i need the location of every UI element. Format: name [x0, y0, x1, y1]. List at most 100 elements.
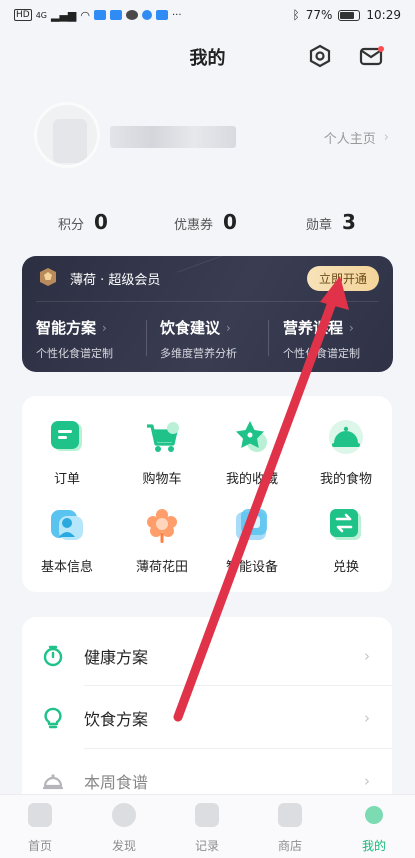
tab-home[interactable]: 首页: [10, 803, 70, 854]
lightbulb-icon: [44, 707, 62, 729]
message-button[interactable]: [358, 42, 386, 70]
paw-notification-icon: [142, 10, 152, 20]
profile-home-label: 个人主页: [323, 132, 376, 147]
stat-value: 3: [342, 210, 356, 234]
stat-medals[interactable]: 勋章 3: [306, 210, 356, 234]
grid-item-my-food[interactable]: 我的食物: [311, 418, 381, 487]
vip-feature-title: 饮食建议: [160, 319, 221, 337]
me-tab-icon: [365, 806, 383, 824]
exchange-icon: [330, 509, 361, 540]
chat-notification-icon: [126, 10, 138, 20]
bluetooth-icon: ᛒ: [292, 8, 300, 22]
tab-records[interactable]: 记录: [177, 803, 237, 854]
grid-item-orders[interactable]: 订单: [32, 418, 102, 487]
tab-label: 我的: [361, 839, 386, 853]
food-cover-icon: [329, 420, 363, 454]
menu-list: 健康方案 › 饮食方案 › 本周食谱 ›: [22, 617, 392, 817]
chevron-right-icon: ›: [364, 647, 370, 665]
menu-item-health-plan[interactable]: 健康方案 ›: [22, 625, 392, 687]
menu-item-label: 健康方案: [84, 648, 149, 667]
vip-feature-smart-plan[interactable]: 智能方案 › 个性化食谱定制: [36, 317, 113, 361]
vip-feature-nutrition-course[interactable]: 营养课程 › 个性化食谱定制: [283, 317, 360, 361]
vip-feature-diet-advice[interactable]: 饮食建议 › 多维度营养分析: [160, 317, 237, 361]
signal-icon: ▂▄▆: [51, 8, 77, 22]
timer-icon: [43, 645, 63, 667]
cloud-notification-icon: [156, 10, 168, 20]
app-notification-icon: [94, 10, 106, 20]
grid-item-label: 订单: [53, 472, 80, 487]
vip-separator: [146, 320, 147, 356]
stats-row: 积分 0 优惠券 0 勋章 3: [0, 210, 415, 240]
grid-item-label: 我的收藏: [225, 472, 278, 487]
vip-open-button[interactable]: 立即开通: [307, 266, 379, 291]
status-left: HD 4G ▂▄▆ ◠ ···: [14, 9, 182, 22]
wifi-icon: ◠: [80, 8, 90, 22]
grid-item-smart-device[interactable]: 智能设备: [217, 506, 287, 575]
tab-discover[interactable]: 发现: [94, 803, 154, 854]
page-title: 我的: [189, 48, 226, 69]
grid-item-basic-info[interactable]: 基本信息: [32, 506, 102, 575]
profile-card-icon: [51, 510, 83, 540]
stat-value: 0: [223, 210, 237, 234]
vip-title: 薄荷 · 超级会员: [70, 273, 161, 288]
grid-item-exchange[interactable]: 兑换: [311, 506, 381, 575]
tab-shop[interactable]: 商店: [260, 803, 320, 854]
status-bar: HD 4G ▂▄▆ ◠ ··· ᛒ 77% 10:29: [0, 0, 415, 30]
search-notification-icon: [110, 10, 122, 20]
dish-icon: [42, 774, 64, 790]
menu-item-label: 本周食谱: [84, 773, 149, 792]
battery-percent: 77%: [305, 8, 333, 22]
vip-card[interactable]: 薄荷 · 超级会员 立即开通 智能方案 › 个性化食谱定制 饮食建议 › 多维度营养…: [22, 256, 393, 372]
mail-icon: [359, 46, 384, 66]
planet-tab-icon: [112, 803, 136, 827]
stat-coupons[interactable]: 优惠券 0: [174, 210, 237, 234]
stat-points[interactable]: 积分 0: [58, 210, 108, 234]
network-4g-label: 4G: [35, 10, 47, 20]
star-icon: [236, 421, 267, 452]
grid-item-label: 基本信息: [40, 560, 93, 575]
vip-feature-subtitle: 个性化食谱定制: [283, 347, 360, 360]
grid-item-mint-garden[interactable]: 薄荷花田: [127, 506, 197, 575]
avatar[interactable]: [34, 102, 100, 168]
vip-separator: [268, 320, 269, 356]
battery-icon: [338, 9, 361, 21]
chevron-right-icon: ›: [364, 709, 370, 727]
grid-item-label: 购物车: [142, 472, 182, 487]
chevron-right-icon: ›: [364, 772, 370, 790]
menu-divider: [84, 685, 392, 686]
chevron-right-icon: ›: [102, 320, 107, 335]
stat-value: 0: [94, 210, 108, 234]
grid-item-cart[interactable]: 购物车: [127, 418, 197, 487]
vip-feature-subtitle: 个性化食谱定制: [36, 347, 113, 360]
grid-item-label: 我的食物: [319, 472, 372, 487]
function-grid: 订单 购物车 我的收藏 我的食物 基本信息 薄荷花田 智能设备 兑换: [22, 396, 392, 592]
chevron-right-icon: ›: [349, 320, 354, 335]
vip-feature-title: 营养课程: [283, 319, 344, 337]
menu-item-diet-plan[interactable]: 饮食方案 ›: [22, 687, 392, 749]
network-hd-label: HD: [14, 9, 32, 21]
chevron-right-icon: ›: [383, 130, 389, 145]
more-notifications: ···: [172, 9, 182, 21]
stat-label: 优惠券: [174, 218, 214, 233]
tab-label: 发现: [111, 839, 136, 853]
cart-icon: [147, 422, 179, 452]
status-right: ᛒ 77% 10:29: [293, 8, 401, 22]
tab-label: 记录: [194, 839, 219, 853]
stat-label: 积分: [58, 218, 85, 233]
chevron-right-icon: ›: [226, 320, 231, 335]
profile-section: 个人主页 ›: [0, 92, 415, 202]
tab-bar: 首页 发现 记录 商店 我的: [0, 794, 415, 858]
settings-button[interactable]: [306, 42, 334, 70]
tab-me[interactable]: 我的: [344, 803, 404, 854]
hexagon-settings-icon: [309, 44, 331, 68]
grid-item-label: 兑换: [332, 560, 359, 575]
profile-home-link[interactable]: 个人主页 ›: [324, 128, 389, 147]
header: 我的: [0, 30, 415, 82]
device-icon: [236, 509, 267, 540]
notes-tab-icon: [195, 803, 219, 827]
flower-icon: [147, 509, 177, 543]
order-icon: [51, 421, 82, 451]
grid-item-favorites[interactable]: 我的收藏: [217, 418, 287, 487]
menu-item-label: 饮食方案: [84, 710, 149, 729]
bag-tab-icon: [278, 803, 302, 827]
